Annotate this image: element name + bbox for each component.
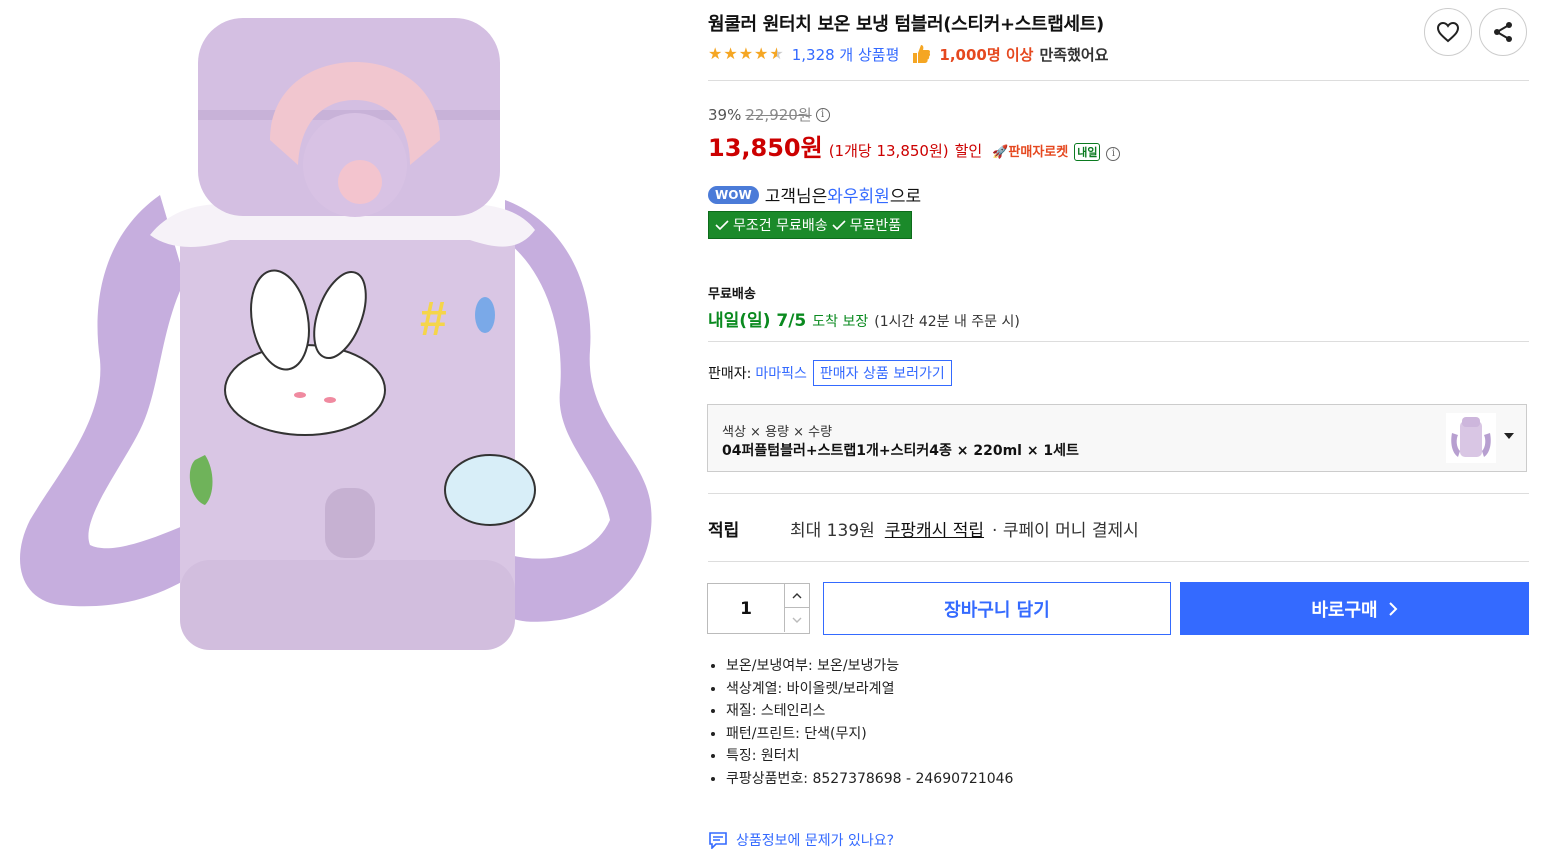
add-to-cart-button[interactable]: 장바구니 담기: [823, 582, 1171, 635]
attribute-item: 패턴/프린트: 단색(무지): [726, 723, 1013, 746]
buy-now-button[interactable]: 바로구매: [1180, 582, 1529, 635]
discount-row: 39% 22,920원 i: [708, 104, 830, 125]
chevron-down-icon: [1504, 433, 1514, 439]
strap-right: [500, 200, 652, 622]
tomorrow-badge: 내일: [1074, 143, 1101, 161]
product-title: 웜쿨러 원터치 보온 보냉 텀블러(스티커+스트랩세트): [708, 14, 1104, 35]
star-half-icon: ★: [769, 44, 784, 63]
satisfied-count: 1,000명 이상: [939, 45, 1034, 64]
free-shipping-badge: 무조건 무료배송 무료반품: [708, 211, 913, 239]
free-return-label: 무료반품: [849, 218, 902, 234]
shipping-label: 무료배송: [708, 287, 756, 302]
wow-member: 와우회원: [827, 187, 890, 207]
price-row: 13,850원 (1개당 13,850원) 할인 🚀판매자로켓 내일 i: [708, 128, 1121, 163]
quantity-input[interactable]: 1: [708, 584, 784, 633]
strap-left: [20, 195, 185, 607]
option-value: 04퍼플텀블러+스트랩1개+스티커4종 × 220ml × 1세트: [722, 443, 1079, 459]
rating-stars[interactable]: ★ ★ ★ ★ ★: [708, 46, 784, 62]
points-max: 최대 139원: [790, 521, 875, 541]
option-select[interactable]: 색상 × 용량 × 수량 04퍼플텀블러+스트랩1개+스티커4종 × 220ml…: [707, 404, 1527, 472]
report-problem-link[interactable]: 상품정보에 문제가 있나요?: [708, 830, 894, 850]
wow-badge: WOW: [708, 185, 759, 204]
tumbler-base: [180, 560, 515, 650]
option-label: 색상 × 용량 × 수량: [722, 425, 833, 440]
share-button[interactable]: [1479, 8, 1527, 56]
sticker-number: #: [420, 293, 447, 346]
divider: [708, 341, 1529, 342]
thumbs-up-icon: [913, 45, 931, 63]
lid-button-center: [338, 160, 382, 204]
discount-rate: 39%: [708, 105, 742, 124]
rating-row: ★ ★ ★ ★ ★ 1,328 개 상품평 1,000명 이상 만족했어요: [708, 42, 1109, 66]
check-icon: [832, 220, 846, 231]
points-suffix: · 쿠페이 머니 결제시: [992, 521, 1139, 541]
chevron-up-icon: [792, 592, 802, 598]
product-attributes: 보온/보냉여부: 보온/보냉가능 색상계열: 바이올렛/보라계열 재질: 스테인…: [708, 655, 1013, 791]
seller-row: 판매자: 마마픽스 판매자 상품 보러가기: [708, 360, 952, 386]
buy-button-label: 바로구매: [1311, 599, 1378, 621]
wow-row: WOW 고객님은 와우회원 으로: [708, 182, 921, 207]
product-image: #: [20, 18, 652, 650]
original-price: 22,920원: [745, 106, 812, 124]
chevron-down-icon: [792, 617, 802, 623]
delivery-guarantee: 도착 보장: [812, 314, 869, 330]
option-thumbnail: [1446, 413, 1496, 463]
coupang-cash-link[interactable]: 쿠팡캐시 적립: [885, 516, 984, 541]
heart-icon: [1436, 21, 1460, 43]
seller-label: 판매자:: [708, 366, 752, 382]
rocket-icon: 🚀: [992, 145, 1009, 160]
check-icon: [715, 220, 729, 231]
quantity-decrease-button[interactable]: [784, 608, 809, 632]
info-icon[interactable]: i: [815, 107, 830, 122]
satisfied-suffix: 만족했어요: [1039, 45, 1109, 64]
seller-products-link[interactable]: 판매자 상품 보러가기: [812, 360, 952, 386]
wow-suffix: 으로: [889, 187, 922, 207]
free-shipping-label: 무조건 무료배송: [733, 218, 828, 234]
sticker-cloud: [444, 454, 536, 526]
report-label: 상품정보에 문제가 있나요?: [736, 833, 895, 849]
star-icon: ★: [708, 44, 723, 63]
delivery-row: 내일(일) 7/5 도착 보장 (1시간 42분 내 주문 시): [708, 306, 1020, 331]
info-icon[interactable]: i: [1106, 146, 1121, 161]
unit-price: (1개당 13,850원): [828, 142, 949, 160]
cart-button-label: 장바구니 담기: [944, 599, 1050, 621]
seller-name-link[interactable]: 마마픽스: [755, 363, 807, 383]
sale-price: 13,850원: [708, 134, 823, 162]
attribute-item: 보온/보냉여부: 보온/보냉가능: [726, 655, 1013, 678]
star-icon: ★: [754, 44, 769, 63]
divider: [708, 493, 1529, 494]
chevron-right-icon: [1388, 601, 1398, 616]
divider: [708, 561, 1529, 562]
delivery-condition: (1시간 42분 내 주문 시): [874, 314, 1020, 330]
share-icon: [1494, 22, 1512, 42]
points-row: 적립 최대 139원 쿠팡캐시 적립 · 쿠페이 머니 결제시: [708, 516, 1139, 541]
quantity-increase-button[interactable]: [784, 584, 809, 608]
quantity-stepper: 1: [707, 583, 810, 634]
price-suffix: 할인: [954, 142, 983, 160]
star-icon: ★: [723, 44, 738, 63]
logo-mark: [325, 488, 375, 558]
seller-rocket-badge: 🚀판매자로켓: [992, 145, 1069, 160]
wishlist-button[interactable]: [1424, 8, 1472, 56]
attribute-item: 재질: 스테인리스: [726, 700, 1013, 723]
delivery-date: 내일(일) 7/5: [708, 311, 807, 331]
attribute-item: 색상계열: 바이올렛/보라계열: [726, 678, 1013, 701]
rabbit-illustration: [224, 344, 386, 436]
divider: [708, 80, 1529, 81]
attribute-item: 특징: 원터치: [726, 745, 1013, 768]
points-label: 적립: [708, 521, 740, 541]
review-count-link[interactable]: 1,328 개 상품평: [792, 44, 900, 65]
attribute-item: 쿠팡상품번호: 8527378698 - 24690721046: [726, 768, 1013, 791]
wow-prefix: 고객님은: [764, 187, 828, 207]
chat-icon: [709, 832, 727, 849]
star-icon: ★: [738, 44, 754, 63]
